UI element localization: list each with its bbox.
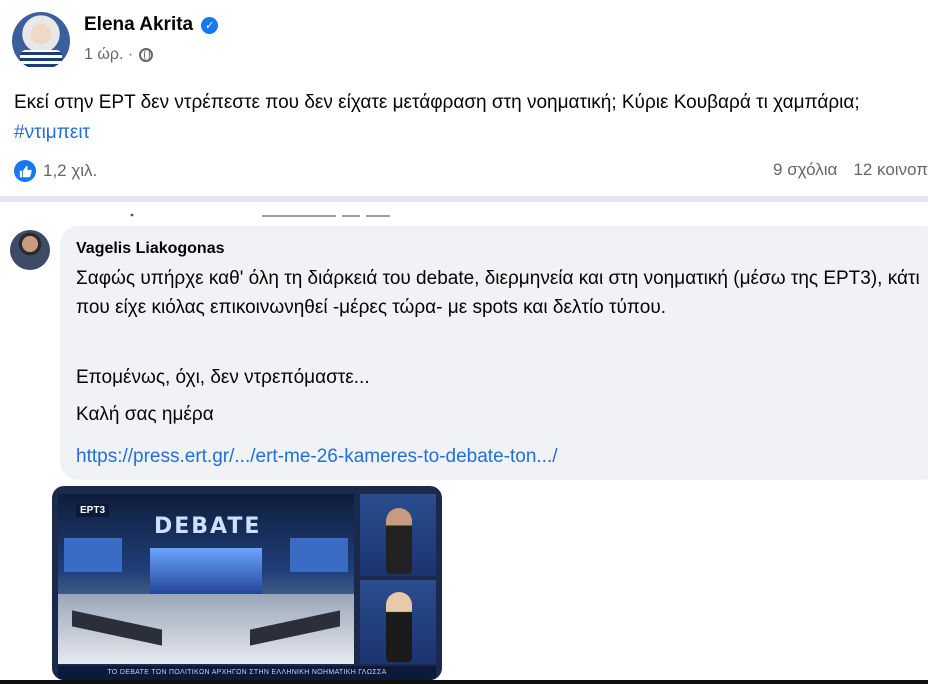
post-time[interactable]: 1 ώρ. · bbox=[84, 46, 133, 64]
comments-count[interactable]: 9 σχόλια bbox=[773, 160, 837, 179]
redaction-marks bbox=[130, 213, 390, 217]
interpreter-panel-bottom bbox=[360, 580, 436, 664]
comment-author-name[interactable]: Vagelis Liakogonas bbox=[76, 240, 225, 258]
reactions-count: 1,2 χιλ. bbox=[43, 161, 98, 180]
post-author-row: Elena Akrita ✓ bbox=[84, 14, 219, 36]
verified-badge-icon: ✓ bbox=[201, 16, 219, 34]
attached-image[interactable]: DEBATE ΕΡΤ3 ΤΟ DEBATE ΤΩΝ ΠΟΛΙΤΙΚΩΝ ΑΡΧΗ… bbox=[52, 486, 442, 680]
studio-title: DEBATE bbox=[154, 514, 262, 539]
like-icon bbox=[14, 160, 36, 182]
comment-text: Σαφώς υπήρχε καθ' όλη τη διάρκειά του de… bbox=[76, 268, 920, 318]
author-avatar[interactable] bbox=[12, 12, 70, 70]
comment-link[interactable]: https://press.ert.gr/.../ert-me-26-kamer… bbox=[76, 446, 558, 468]
commenter-avatar[interactable] bbox=[10, 230, 50, 270]
image-caption: ΤΟ DEBATE ΤΩΝ ΠΟΛΙΤΙΚΩΝ ΑΡΧΗΓΩΝ ΣΤΗΝ ΕΛΛ… bbox=[58, 666, 436, 680]
post-author-name[interactable]: Elena Akrita bbox=[84, 14, 193, 36]
post-card: Elena Akrita ✓ 1 ώρ. · Εκεί στην ΕΡΤ δεν… bbox=[0, 0, 928, 196]
comment-text-line: Καλή σας ημέρα bbox=[76, 404, 214, 425]
interpreter-panel-top bbox=[360, 494, 436, 576]
post-body: Εκεί στην ΕΡΤ δεν ντρέπεστε που δεν είχα… bbox=[14, 92, 860, 113]
post-text: Εκεί στην ΕΡΤ δεν ντρέπεστε που δεν είχα… bbox=[14, 88, 924, 148]
reactions-summary[interactable]: 1,2 χιλ. bbox=[14, 160, 97, 182]
globe-icon bbox=[139, 48, 154, 62]
section-divider bbox=[0, 196, 928, 202]
studio-scene-image: DEBATE ΕΡΤ3 bbox=[58, 494, 354, 664]
comment-text-line: Επομένως, όχι, δεν ντρεπόμαστε... bbox=[76, 367, 370, 388]
engagement-counts: 9 σχόλια 12 κοινοπ bbox=[757, 160, 928, 180]
post-meta: 1 ώρ. · bbox=[84, 46, 154, 64]
bottom-edge bbox=[0, 680, 928, 684]
shares-count[interactable]: 12 κοινοπ bbox=[853, 160, 928, 179]
hashtag-link[interactable]: #ντιμπειτ bbox=[14, 122, 90, 143]
channel-logo: ΕΡΤ3 bbox=[76, 504, 110, 517]
